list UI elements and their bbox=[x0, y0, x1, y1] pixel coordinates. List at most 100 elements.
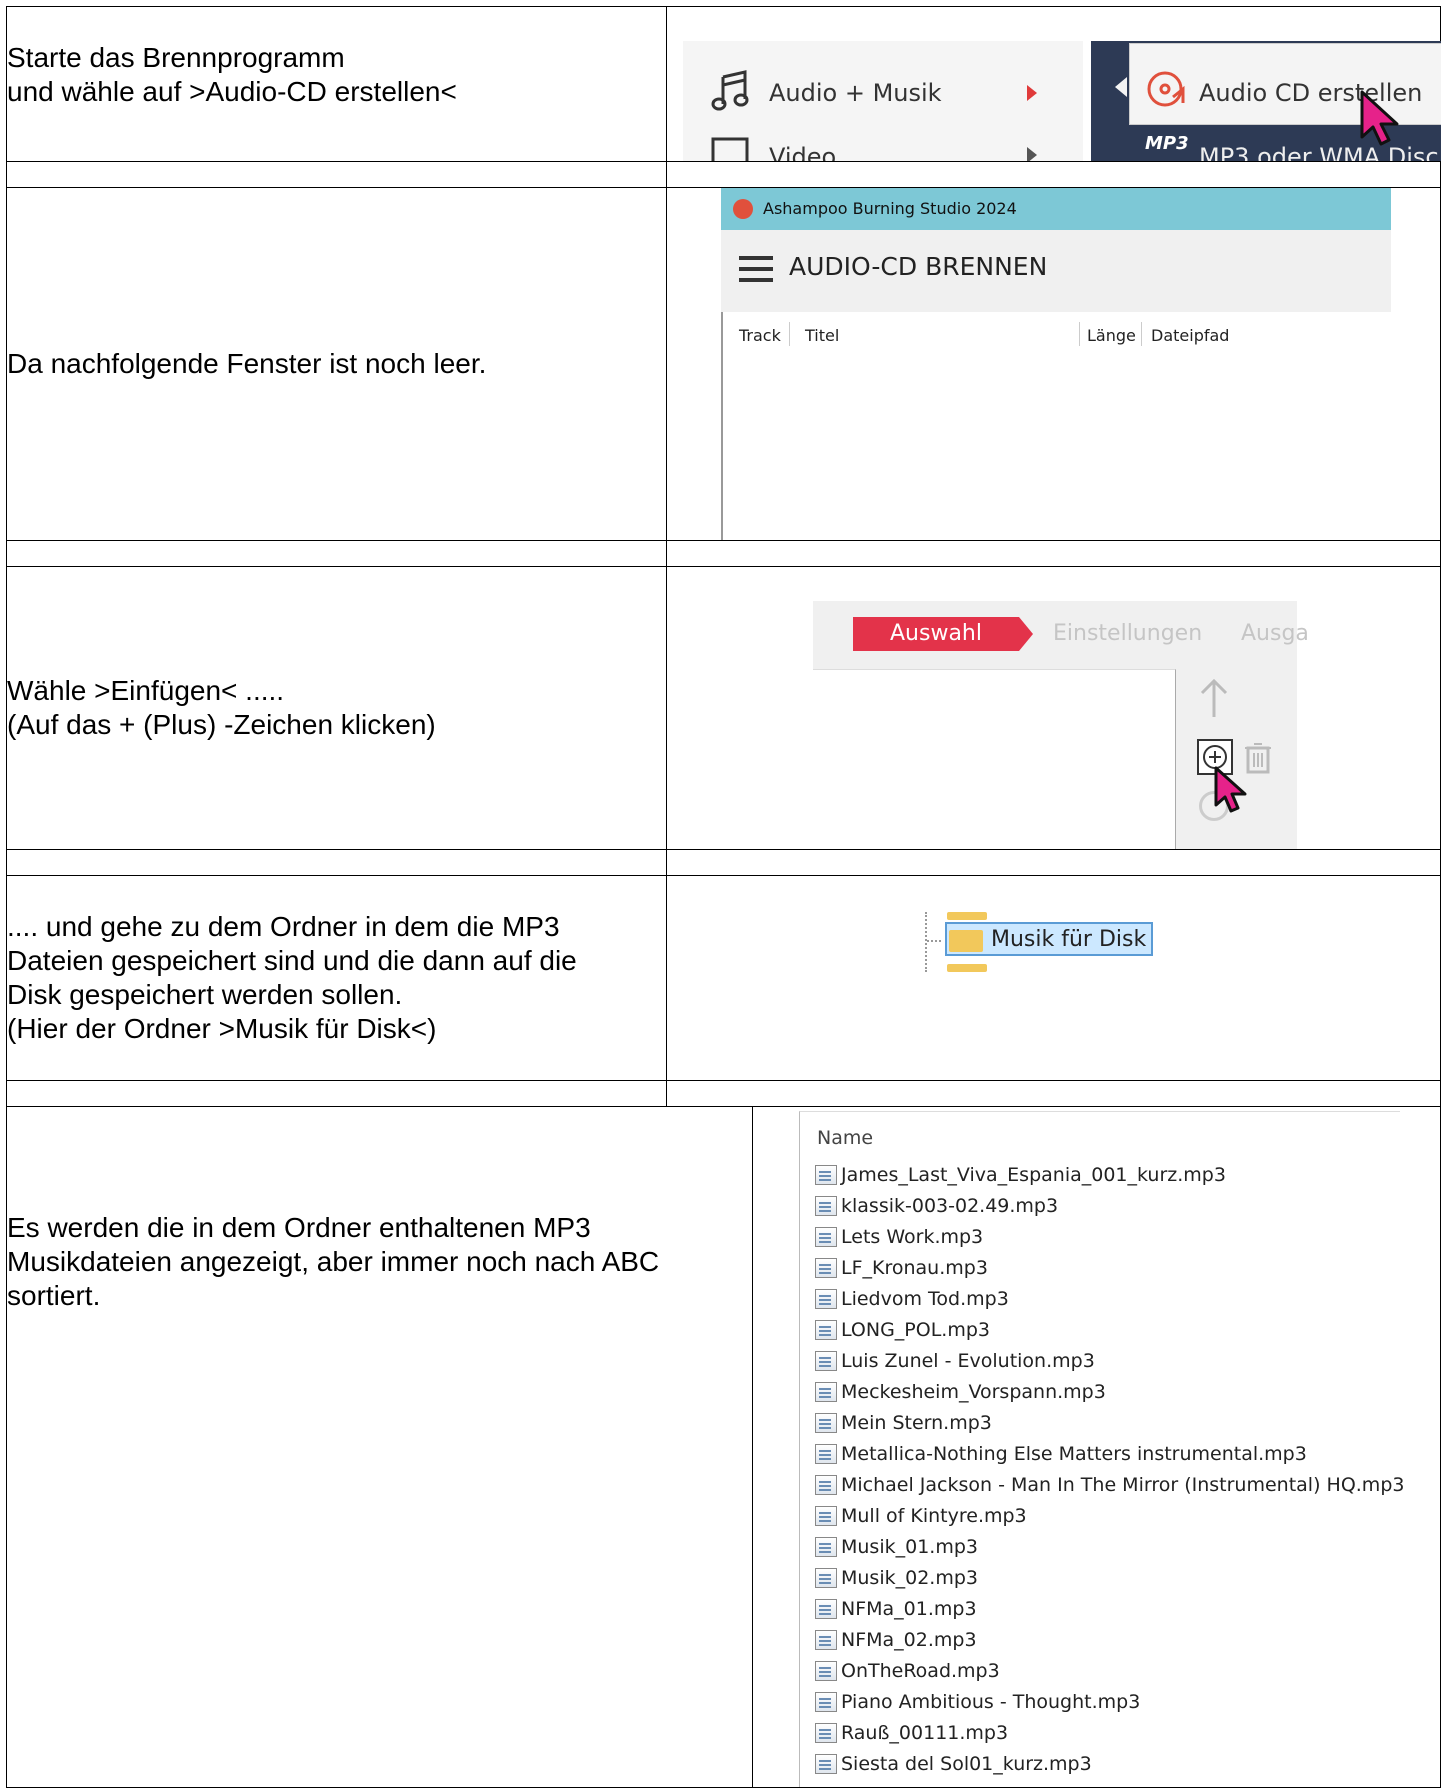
audio-file-icon bbox=[815, 1443, 837, 1464]
menu-item-audio-musik[interactable]: Audio + Musik bbox=[769, 79, 942, 107]
submenu-arrow-icon bbox=[1027, 85, 1037, 101]
list-item[interactable]: Lets Work.mp3 bbox=[815, 1221, 1404, 1252]
audio-file-icon bbox=[815, 1691, 837, 1712]
audio-cd-icon bbox=[1145, 69, 1187, 115]
column-divider bbox=[1079, 322, 1080, 346]
column-header-track[interactable]: Track bbox=[739, 326, 781, 345]
window-title: Ashampoo Burning Studio 2024 bbox=[763, 199, 1017, 218]
list-item[interactable]: Meckesheim_Vorspann.mp3 bbox=[815, 1376, 1404, 1407]
list-item[interactable]: James_Last_Viva_Espania_001_kurz.mp3 bbox=[815, 1159, 1404, 1190]
video-icon bbox=[711, 137, 751, 161]
list-item[interactable]: Luis Zunel - Evolution.mp3 bbox=[815, 1345, 1404, 1376]
wizard-screenshot: Auswahl Einstellungen Ausga bbox=[667, 567, 1441, 849]
spacer-row bbox=[6, 849, 1441, 876]
step-3-instruction: Wähle >Einfügen< ..... (Auf das + (Plus)… bbox=[6, 566, 667, 850]
mp3-badge-icon: MP3 bbox=[1145, 133, 1189, 154]
step-row-5: Es werden die in dem Ordner enthaltenen … bbox=[6, 1106, 1441, 1788]
menu-item-video[interactable]: Video bbox=[769, 143, 836, 161]
list-item[interactable]: Musik_02.mp3 bbox=[815, 1562, 1404, 1593]
list-item[interactable]: Liedvom Tod.mp3 bbox=[815, 1283, 1404, 1314]
step-4-screenshot-cell: Musik für Disk bbox=[666, 875, 1441, 1081]
audio-file-icon bbox=[815, 1195, 837, 1216]
folder-tree-screenshot: Musik für Disk bbox=[667, 876, 1441, 1080]
submenu-arrow-icon bbox=[1027, 147, 1037, 161]
file-list: James_Last_Viva_Espania_001_kurz.mp3 kla… bbox=[815, 1159, 1404, 1779]
tree-line bbox=[925, 912, 928, 972]
folder-item-musik-fuer-disk[interactable]: Musik für Disk bbox=[945, 922, 1153, 956]
audio-file-icon bbox=[815, 1164, 837, 1185]
step-1-instruction: Starte das Brennprogramm und wähle auf >… bbox=[6, 6, 667, 162]
audio-file-icon bbox=[815, 1567, 837, 1588]
step-5-instruction: Es werden die in dem Ordner enthaltenen … bbox=[6, 1106, 753, 1788]
file-area bbox=[813, 669, 1176, 849]
step-5-text: Es werden die in dem Ordner enthaltenen … bbox=[7, 1212, 660, 1311]
submenu-item-mp3[interactable]: MP3 oder WMA Disc ers bbox=[1199, 143, 1441, 161]
list-item[interactable]: OnTheRoad.mp3 bbox=[815, 1655, 1404, 1686]
move-up-icon[interactable] bbox=[1197, 677, 1231, 725]
list-item[interactable]: Musik_01.mp3 bbox=[815, 1531, 1404, 1562]
step-1-screenshot-cell: Audio + Musik Video Audio CD erstellen M… bbox=[666, 6, 1441, 162]
step-4-instruction: .... und gehe zu dem Ordner in dem die M… bbox=[6, 875, 667, 1081]
folder-icon bbox=[947, 964, 987, 972]
app-window-screenshot: Ashampoo Burning Studio 2024 AUDIO-CD BR… bbox=[667, 188, 1441, 540]
mouse-cursor-icon bbox=[1213, 765, 1251, 817]
column-divider bbox=[789, 322, 790, 346]
step-2-instruction: Da nachfolgende Fenster ist noch leer. bbox=[6, 187, 667, 541]
audio-file-icon bbox=[815, 1753, 837, 1774]
list-item[interactable]: Michael Jackson - Man In The Mirror (Ins… bbox=[815, 1469, 1404, 1500]
hamburger-menu-icon[interactable] bbox=[739, 256, 773, 260]
step-5-screenshot-cell: Name James_Last_Viva_Espania_001_kurz.mp… bbox=[752, 1106, 1441, 1788]
list-item[interactable]: Mull of Kintyre.mp3 bbox=[815, 1500, 1404, 1531]
step-2-screenshot-cell: Ashampoo Burning Studio 2024 AUDIO-CD BR… bbox=[666, 187, 1441, 541]
window-heading: AUDIO-CD BRENNEN bbox=[789, 252, 1048, 281]
wizard-step-auswahl[interactable]: Auswahl bbox=[853, 617, 1019, 651]
audio-file-icon bbox=[815, 1505, 837, 1526]
list-item[interactable]: LF_Kronau.mp3 bbox=[815, 1252, 1404, 1283]
mouse-cursor-icon bbox=[1359, 89, 1405, 151]
audio-file-icon bbox=[815, 1350, 837, 1371]
audio-file-icon bbox=[815, 1319, 837, 1340]
wizard-step-einstellungen[interactable]: Einstellungen bbox=[1053, 621, 1202, 646]
step-row-2: Da nachfolgende Fenster ist noch leer. A… bbox=[6, 187, 1441, 541]
file-list-screenshot: Name James_Last_Viva_Espania_001_kurz.mp… bbox=[753, 1107, 1441, 1787]
column-header-name[interactable]: Name bbox=[817, 1127, 873, 1149]
spacer-row bbox=[6, 161, 1441, 188]
step-3-screenshot-cell: Auswahl Einstellungen Ausga bbox=[666, 566, 1441, 850]
list-item[interactable]: Piano Ambitious - Thought.mp3 bbox=[815, 1686, 1404, 1717]
step-2-text: Da nachfolgende Fenster ist noch leer. bbox=[7, 348, 487, 379]
menu-screenshot: Audio + Musik Video Audio CD erstellen M… bbox=[667, 7, 1441, 161]
step-row-1: Starte das Brennprogramm und wähle auf >… bbox=[6, 6, 1441, 162]
column-divider bbox=[1141, 322, 1142, 346]
list-item[interactable]: Rauß_00111.mp3 bbox=[815, 1717, 1404, 1748]
app-logo-icon bbox=[733, 199, 753, 219]
spacer-row bbox=[6, 540, 1441, 567]
music-note-icon bbox=[711, 69, 751, 115]
window-header: AUDIO-CD BRENNEN bbox=[721, 230, 1391, 313]
track-list: Track Titel Länge Dateipfad bbox=[721, 312, 1393, 540]
column-header-titel[interactable]: Titel bbox=[805, 326, 839, 345]
list-item[interactable]: klassik-003-02.49.mp3 bbox=[815, 1190, 1404, 1221]
step-4-text: .... und gehe zu dem Ordner in dem die M… bbox=[7, 911, 577, 1044]
list-item[interactable]: NFMa_01.mp3 bbox=[815, 1593, 1404, 1624]
step-row-4: .... und gehe zu dem Ordner in dem die M… bbox=[6, 875, 1441, 1081]
audio-file-icon bbox=[815, 1381, 837, 1402]
wizard-step-ausgabe[interactable]: Ausga bbox=[1241, 621, 1309, 646]
instruction-table: Starte das Brennprogramm und wähle auf >… bbox=[6, 6, 1441, 1788]
list-item[interactable]: NFMa_02.mp3 bbox=[815, 1624, 1404, 1655]
step-3-text: Wähle >Einfügen< ..... (Auf das + (Plus)… bbox=[7, 675, 436, 740]
list-item[interactable]: Metallica-Nothing Else Matters instrumen… bbox=[815, 1438, 1404, 1469]
audio-file-icon bbox=[815, 1629, 837, 1650]
column-header-dateipfad[interactable]: Dateipfad bbox=[1151, 326, 1229, 345]
list-item[interactable]: LONG_POL.mp3 bbox=[815, 1314, 1404, 1345]
step-row-3: Wähle >Einfügen< ..... (Auf das + (Plus)… bbox=[6, 566, 1441, 850]
audio-file-icon bbox=[815, 1474, 837, 1495]
column-header-laenge[interactable]: Länge bbox=[1087, 326, 1136, 345]
folder-icon bbox=[947, 912, 987, 920]
list-item[interactable]: Mein Stern.mp3 bbox=[815, 1407, 1404, 1438]
folder-label: Musik für Disk bbox=[991, 927, 1147, 952]
list-item[interactable]: Siesta del Sol01_kurz.mp3 bbox=[815, 1748, 1404, 1779]
tree-line bbox=[927, 940, 941, 942]
step-1-text: Starte das Brennprogramm und wähle auf >… bbox=[7, 42, 457, 107]
audio-file-icon bbox=[815, 1257, 837, 1278]
submenu-pointer bbox=[1115, 77, 1127, 97]
